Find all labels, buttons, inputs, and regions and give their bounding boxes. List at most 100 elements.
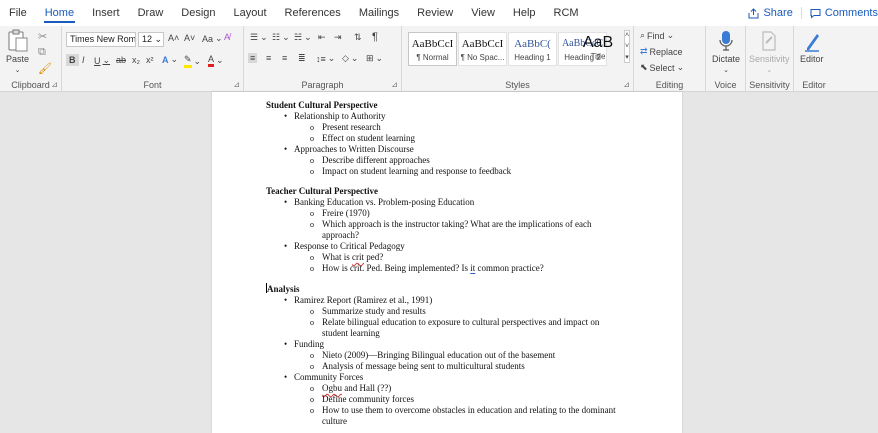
align-right-button[interactable]: ≡ (282, 53, 287, 63)
line-spacing-button[interactable]: ↕≡ ⌄ (316, 53, 335, 64)
list-item: Summarize study and results (266, 306, 666, 317)
list-item: Ramirez Report (Ramirez et al., 1991) (266, 295, 666, 306)
align-left-button[interactable]: ≡ (248, 53, 258, 63)
word-window: File Home Insert Draw Design Layout Refe… (0, 0, 878, 433)
font-size-box[interactable]: 12 ⌄ (138, 32, 164, 47)
list-item: Community Forces (266, 372, 666, 383)
text-effects-button[interactable]: A ⌄ (162, 54, 178, 65)
chevron-down-icon: ˅ (625, 43, 630, 50)
underline-button[interactable]: U ⌄ (94, 55, 110, 66)
italic-icon: I (82, 55, 85, 65)
underline-icon: U (94, 55, 101, 66)
tab-draw[interactable]: Draw (129, 0, 173, 26)
bold-button[interactable]: B (66, 54, 79, 66)
multilevel-list-icon: ☵ (294, 32, 303, 42)
microphone-icon (719, 31, 733, 51)
tab-review[interactable]: Review (408, 0, 462, 26)
select-button[interactable]: ⬉ Select ⌄ (640, 62, 684, 73)
share-icon (748, 7, 759, 18)
find-button[interactable]: ⌕ Find ⌄ (640, 30, 674, 41)
chevron-down-icon: ⌄ (215, 33, 223, 43)
document-body[interactable]: Student Cultural Perspective Relationshi… (266, 100, 666, 433)
comments-button[interactable]: Comments (800, 7, 878, 19)
chevron-up-icon: ˄ (625, 32, 630, 39)
borders-button[interactable]: ⊞ ⌄ (366, 53, 383, 64)
line-spacing-icon: ↕≡ (316, 53, 326, 64)
comment-icon (810, 8, 821, 19)
show-formatting-button[interactable]: ¶ (372, 31, 378, 43)
font-name-box[interactable]: Times New Rom ⌄ (66, 32, 136, 47)
section-analysis: Analysis Ramirez Report (Ramirez et al.,… (266, 283, 666, 427)
format-painter-button[interactable]: 🖌 (38, 62, 52, 75)
numbering-icon: ☷ (272, 32, 281, 42)
clipboard-launcher-icon[interactable]: ⊿ (51, 80, 58, 89)
styles-group: AaBbCcI ¶ Normal AaBbCcI ¶ No Spac... Aa… (402, 26, 634, 92)
superscript-button[interactable]: x² (146, 55, 154, 65)
section-heading: Teacher Cultural Perspective (266, 186, 378, 196)
paragraph-launcher-icon[interactable]: ⊿ (391, 80, 398, 89)
justify-icon: ≣ (298, 53, 306, 63)
tab-home[interactable]: Home (36, 0, 83, 26)
multilevel-list-button[interactable]: ☵ ⌄ (294, 32, 312, 43)
paragraph-group: ☰ ⌄ ☷ ⌄ ☵ ⌄ ⇤ ⇥ ⇅ ¶ ≡ ≡ ≡ ≣ ↕≡ ⌄ ◇ ⌄ ⊞ ⌄ Parag… (244, 26, 402, 92)
list-item: Funding (266, 339, 666, 350)
italic-button[interactable]: I (82, 55, 85, 65)
styles-launcher-icon[interactable]: ⊿ (623, 80, 630, 89)
increase-indent-button[interactable]: ⇥ (334, 32, 342, 43)
list-item: Impact on student learning and response … (266, 166, 666, 177)
chevron-down-icon: ⌄ (723, 67, 729, 74)
tab-view[interactable]: View (462, 0, 504, 26)
align-center-button[interactable]: ≡ (266, 53, 271, 63)
change-case-button[interactable]: Aa ⌄ (202, 33, 223, 44)
paste-button[interactable]: Paste ⌄ (6, 28, 29, 74)
borders-icon: ⊞ (366, 53, 374, 63)
section-heading: Analysis (266, 283, 300, 294)
shrink-font-button[interactable]: A˅ (184, 33, 195, 43)
replace-button[interactable]: ⇄ Replace (640, 46, 683, 57)
highlight-button[interactable]: ✎ ⌄ (184, 54, 201, 68)
font-color-icon: A (208, 54, 215, 67)
font-launcher-icon[interactable]: ⊿ (233, 80, 240, 89)
spelling-error[interactable]: crit (352, 252, 364, 262)
section-teacher-cultural-perspective: Teacher Cultural Perspective Banking Edu… (266, 186, 666, 274)
sort-button[interactable]: ⇅ (354, 32, 362, 43)
tab-mailings[interactable]: Mailings (350, 0, 408, 26)
voice-group: Dictate ⌄ Voice (706, 26, 746, 92)
style-title[interactable]: AaB Title (583, 32, 622, 66)
cut-icon: ✂ (38, 31, 48, 43)
spelling-error[interactable]: Ogbu (322, 383, 342, 393)
share-button[interactable]: Share (740, 7, 800, 19)
style-no-spacing[interactable]: AaBbCcI ¶ No Spac... (458, 32, 507, 66)
comments-label: Comments (824, 7, 878, 19)
shrink-font-icon: A˅ (184, 33, 196, 43)
font-color-button[interactable]: A ⌄ (208, 54, 224, 67)
style-heading-1[interactable]: AaBbC( Heading 1 (508, 32, 557, 66)
home-ribbon: Paste ⌄ ✂ ⧉ 🖌 Clipboard ⊿ Times New Rom … (0, 26, 878, 92)
grow-font-button[interactable]: A˄ (168, 33, 179, 43)
document-page[interactable]: Student Cultural Perspective Relationshi… (212, 92, 682, 433)
decrease-indent-button[interactable]: ⇤ (318, 32, 326, 43)
sensitivity-button[interactable]: Sensitivity ⌄ (749, 30, 790, 74)
tab-insert[interactable]: Insert (83, 0, 129, 26)
cut-button[interactable]: ✂ (38, 30, 47, 43)
tab-rcm[interactable]: RCM (545, 0, 588, 26)
strikethrough-button[interactable]: ab (116, 55, 126, 65)
shading-button[interactable]: ◇ ⌄ (342, 53, 358, 64)
dictate-button[interactable]: Dictate ⌄ (712, 30, 740, 74)
clear-formatting-icon: A̸ (224, 32, 231, 42)
styles-scroll[interactable]: ˄ ˅ ▾ (624, 30, 631, 63)
style-normal[interactable]: AaBbCcI ¶ Normal (408, 32, 457, 66)
tab-references[interactable]: References (276, 0, 350, 26)
numbering-button[interactable]: ☷ ⌄ (272, 32, 290, 43)
subscript-button[interactable]: x₂ (132, 55, 140, 65)
decrease-indent-icon: ⇤ (318, 32, 326, 42)
tab-layout[interactable]: Layout (225, 0, 276, 26)
bullets-button[interactable]: ☰ ⌄ (250, 32, 268, 43)
editor-button[interactable]: Editor (800, 30, 824, 64)
clear-formatting-button[interactable]: A̸ (224, 32, 230, 42)
copy-button[interactable]: ⧉ (38, 46, 46, 59)
tab-design[interactable]: Design (172, 0, 224, 26)
tab-file[interactable]: File (0, 0, 36, 26)
justify-button[interactable]: ≣ (298, 53, 306, 64)
tab-help[interactable]: Help (504, 0, 545, 26)
